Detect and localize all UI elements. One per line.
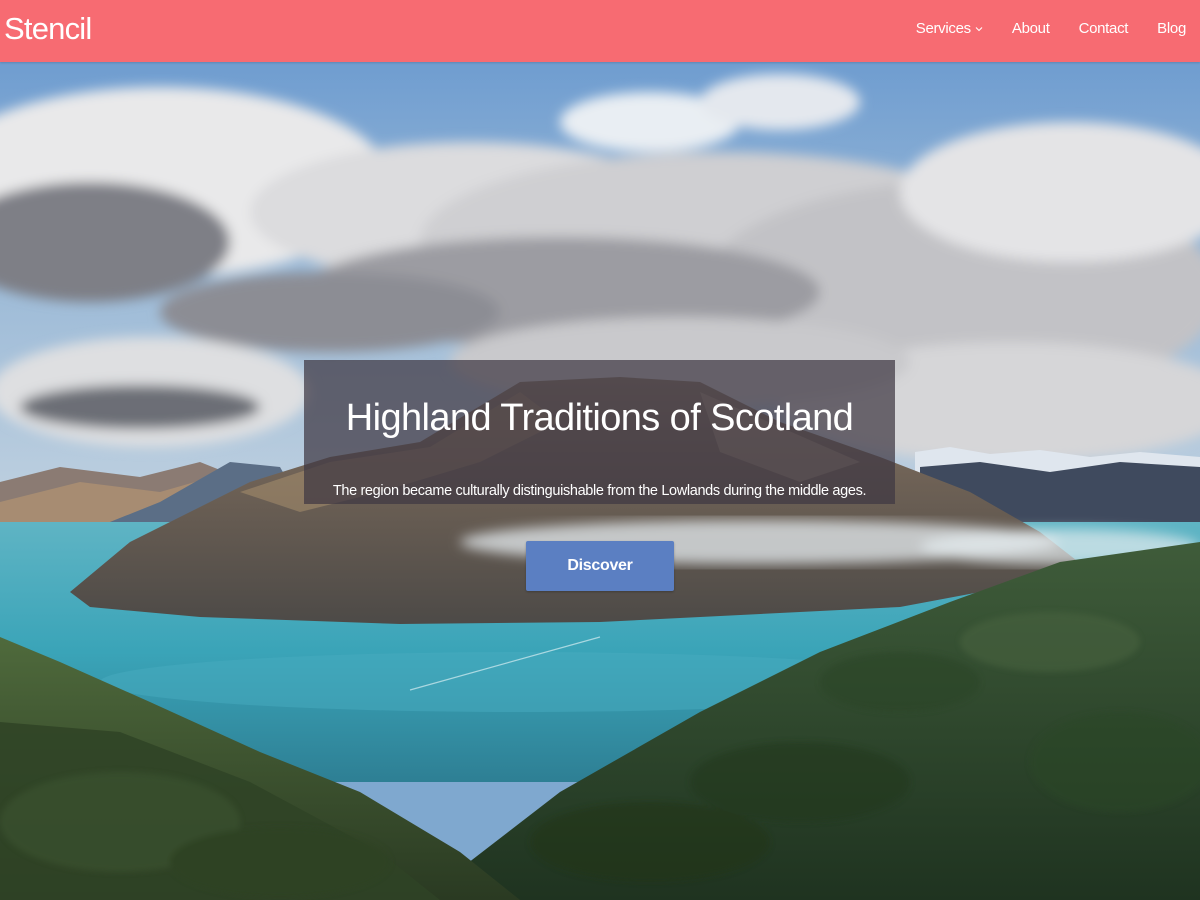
nav-link-contact[interactable]: Contact xyxy=(1079,18,1129,40)
chevron-down-icon xyxy=(975,27,983,32)
hero-subtitle: The region became culturally distinguish… xyxy=(332,483,867,499)
nav-link-services[interactable]: Services xyxy=(916,18,983,40)
brand-logo[interactable]: Stencil xyxy=(4,11,92,47)
nav-link-blog-label: Blog xyxy=(1157,20,1186,37)
hero-caption-panel: Highland Traditions of Scotland The regi… xyxy=(304,360,895,504)
nav-link-contact-label: Contact xyxy=(1078,20,1129,37)
navbar: Stencil Services About Contact Blog xyxy=(0,0,1200,62)
main-nav: Services About Contact Blog xyxy=(916,18,1187,40)
nav-link-about[interactable]: About xyxy=(1012,18,1050,40)
nav-link-blog[interactable]: Blog xyxy=(1157,18,1186,40)
discover-button[interactable]: Discover xyxy=(526,541,674,591)
nav-link-services-label: Services xyxy=(915,20,971,37)
hero-title: Highland Traditions of Scotland xyxy=(345,397,854,439)
nav-link-about-label: About xyxy=(1011,20,1050,37)
